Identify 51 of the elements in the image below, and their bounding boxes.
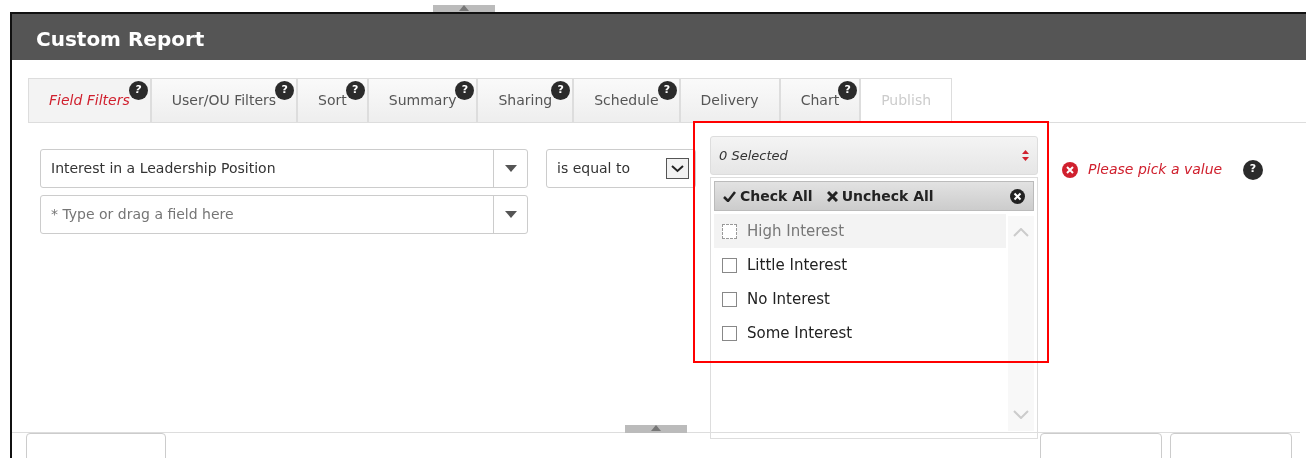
tab[interactable]: User/OU Filters ? xyxy=(150,78,298,122)
footer-button[interactable] xyxy=(26,433,166,458)
option-item[interactable]: No Interest xyxy=(714,282,1006,316)
error-icon xyxy=(1062,161,1078,178)
footer-button[interactable] xyxy=(1170,433,1292,458)
operator-value: is equal to xyxy=(557,159,630,178)
tab[interactable]: Delivery xyxy=(679,78,780,122)
tab[interactable]: Sort ? xyxy=(297,78,368,122)
scroll-up-icon[interactable] xyxy=(1013,228,1029,237)
tab[interactable]: Field Filters ? xyxy=(28,78,151,122)
window-title: Custom Report xyxy=(12,14,1306,60)
help-icon[interactable]: ? xyxy=(657,81,677,100)
checkbox[interactable] xyxy=(722,325,737,341)
selection-summary: 0 Selected xyxy=(719,146,789,165)
uncheck-all-link[interactable]: Uncheck All xyxy=(826,185,934,207)
tab[interactable]: Chart ? xyxy=(779,78,861,122)
field-select[interactable]: Interest in a Leadership Position xyxy=(40,149,528,188)
field-input[interactable]: * Type or drag a field here xyxy=(41,203,493,226)
x-icon xyxy=(826,190,838,202)
collapse-handle[interactable] xyxy=(433,5,495,13)
tab[interactable]: Summary ? xyxy=(367,78,478,122)
caret-icon xyxy=(504,165,517,172)
footer-button[interactable] xyxy=(1040,433,1162,458)
option-item[interactable]: High Interest xyxy=(714,214,1006,248)
help-icon[interactable]: ? xyxy=(551,81,571,100)
check-icon xyxy=(723,190,736,202)
checkbox[interactable] xyxy=(722,223,737,239)
dropdown-icon xyxy=(666,158,689,179)
field-select[interactable]: * Type or drag a field here xyxy=(40,195,528,234)
error-message: Please pick a value xyxy=(1088,160,1224,179)
scroll-down-icon[interactable] xyxy=(1013,410,1029,419)
close-icon[interactable] xyxy=(1010,188,1025,204)
option-item[interactable]: Little Interest xyxy=(714,248,1006,282)
help-icon[interactable]: ? xyxy=(345,81,365,100)
tab[interactable]: Sharing ? xyxy=(477,78,574,122)
scrollbar[interactable] xyxy=(1008,216,1034,431)
help-icon[interactable]: ? xyxy=(1243,159,1263,180)
check-all-link[interactable]: Check All xyxy=(723,185,813,207)
help-icon[interactable]: ? xyxy=(275,81,295,100)
collapse-handle[interactable] xyxy=(625,425,687,433)
sort-arrows-icon xyxy=(1022,150,1029,161)
field-value: Interest in a Leadership Position xyxy=(50,159,277,178)
tab[interactable]: Schedule ? xyxy=(573,78,680,122)
operator-select[interactable]: is equal to xyxy=(546,149,696,188)
option-item[interactable]: Some Interest xyxy=(714,316,1006,350)
help-icon[interactable]: ? xyxy=(838,81,858,100)
checkbox[interactable] xyxy=(722,291,737,307)
checkbox[interactable] xyxy=(722,257,737,273)
multi-select[interactable]: 0 Selected xyxy=(710,136,1038,175)
caret-icon xyxy=(504,211,517,218)
help-icon[interactable]: ? xyxy=(455,81,475,100)
